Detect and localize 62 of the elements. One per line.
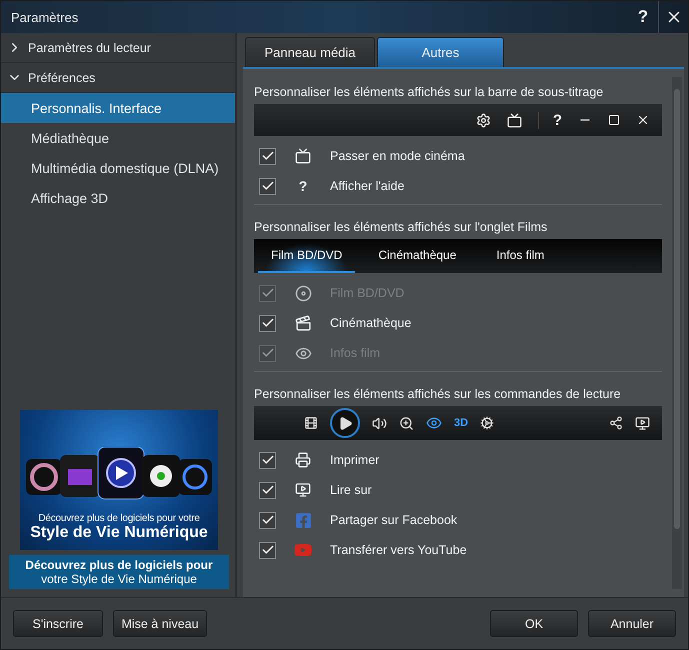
help-icon: ? xyxy=(298,178,308,194)
sidebar-item[interactable]: Personnalis. Interface xyxy=(1,93,235,123)
option-label: Partager sur Facebook xyxy=(330,513,458,527)
tab[interactable]: Autres xyxy=(377,37,504,67)
option-label: Imprimer xyxy=(330,453,380,467)
option-label: Cinémathèque xyxy=(330,316,412,330)
sidebar-group[interactable]: Paramètres du lecteur xyxy=(1,33,235,63)
clapperboard-icon xyxy=(294,314,312,332)
films-tab[interactable]: Infos film xyxy=(483,239,558,273)
option-label: Transférer vers YouTube xyxy=(330,543,467,557)
sidebar-group[interactable]: Préférences xyxy=(1,63,235,93)
share-icon[interactable] xyxy=(609,416,623,430)
banner-heading: Style de Vie Numérique xyxy=(30,524,208,542)
sidebar-item[interactable]: Médiathèque xyxy=(1,123,235,153)
settings-icon[interactable] xyxy=(476,112,491,128)
checkbox[interactable] xyxy=(259,178,276,194)
eye-icon[interactable] xyxy=(426,415,442,431)
footer-button[interactable]: S'inscrire xyxy=(13,610,103,637)
checkbox[interactable] xyxy=(259,512,276,528)
films-tab[interactable]: Cinémathèque xyxy=(365,239,470,273)
tv-icon xyxy=(295,148,311,164)
caption-text: votre Style de Vie Numérique xyxy=(40,572,198,586)
section-title: Personnaliser les éléments affichés sur les commandes de lecture xyxy=(254,387,622,403)
monitor-play-icon[interactable] xyxy=(635,416,650,430)
option-label: Lire sur xyxy=(330,483,372,497)
checkbox[interactable] xyxy=(259,452,276,468)
footer-button[interactable]: Mise à niveau xyxy=(113,610,207,637)
promo-caption[interactable]: Découvrez plus de logiciels pour votre Style de Vie Numérique xyxy=(9,555,229,589)
banner-text: Découvrez plus de logiciels pour votre xyxy=(38,513,200,524)
monitor-play-icon xyxy=(295,482,311,498)
play-button[interactable] xyxy=(330,408,360,438)
film-icon[interactable] xyxy=(304,416,318,430)
footer-button[interactable]: Annuler xyxy=(588,610,676,637)
caption-text: Découvrez plus de logiciels pour xyxy=(24,558,214,572)
tab[interactable]: Panneau média xyxy=(245,37,375,67)
maximize-icon[interactable] xyxy=(608,114,620,126)
play-icon xyxy=(338,416,352,430)
option-label: Afficher l'aide xyxy=(330,179,404,193)
sidebar-item[interactable]: Affichage 3D xyxy=(1,183,235,213)
settings-icon[interactable] xyxy=(480,416,494,430)
disc-icon xyxy=(294,284,312,302)
section-title: Personnaliser les éléments affichés sur la barre de sous-titrage xyxy=(254,85,604,101)
section-title: Personnaliser les éléments affichés sur l'onglet Films xyxy=(254,220,548,236)
promo-banner[interactable]: Découvrez plus de logiciels pour votre Style de Vie Numérique xyxy=(20,410,218,550)
sidebar-item[interactable]: Multimédia domestique (DLNA) xyxy=(1,153,235,183)
footer-button[interactable]: OK xyxy=(490,610,578,637)
zoom-in-icon[interactable] xyxy=(399,416,414,430)
youtube-icon xyxy=(294,541,312,559)
checkbox[interactable] xyxy=(259,314,276,332)
scrollbar[interactable] xyxy=(672,77,682,589)
tv-icon[interactable] xyxy=(506,112,522,128)
3d-toggle[interactable]: 3D xyxy=(454,417,468,429)
volume-icon[interactable] xyxy=(372,416,387,430)
checkbox[interactable] xyxy=(259,482,276,498)
help-button[interactable]: ? xyxy=(628,1,658,33)
facebook-icon xyxy=(294,512,312,528)
close-icon[interactable] xyxy=(636,113,650,127)
option-label: Passer en mode cinéma xyxy=(330,149,465,163)
window-title: Paramètres xyxy=(11,10,80,24)
printer-icon xyxy=(295,452,311,468)
checkbox[interactable] xyxy=(259,148,276,164)
checkbox[interactable] xyxy=(259,542,276,558)
